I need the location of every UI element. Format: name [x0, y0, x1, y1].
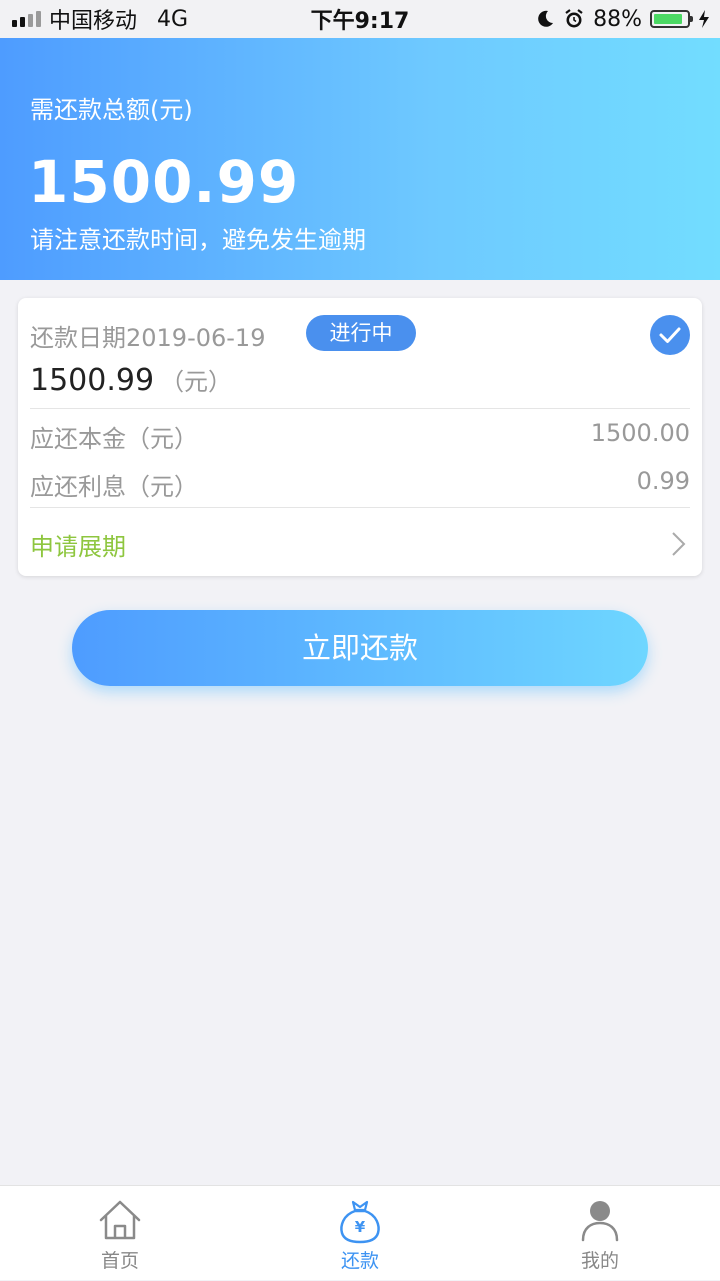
tab-repay-label: 还款 [340, 1250, 379, 1272]
interest-value: 0.99 [636, 467, 690, 495]
tab-home-label: 首页 [100, 1250, 139, 1272]
network-type: 4G [157, 6, 189, 32]
signal-icon [12, 11, 41, 27]
divider [30, 507, 690, 508]
apply-extension-link[interactable]: 申请展期 [30, 527, 126, 562]
checkmark-icon [659, 327, 681, 343]
total-due-label: 需还款总额(元) [30, 96, 193, 124]
carrier-name: 中国移动 [49, 9, 138, 34]
tab-home[interactable]: 首页 [60, 1186, 180, 1281]
repay-now-button[interactable]: 立即还款 [72, 610, 648, 686]
card-amount-unit: （元） [160, 368, 233, 396]
bottom-tab-bar: 首页 ¥ 还款 我的 [0, 1185, 720, 1280]
tab-mine-label: 我的 [580, 1250, 619, 1272]
home-icon [99, 1200, 141, 1240]
battery-level [654, 14, 683, 24]
status-badge: 进行中 [306, 315, 416, 351]
svg-text:¥: ¥ [355, 1218, 366, 1236]
total-due-amount: 1500.99 [28, 148, 300, 216]
tab-repay[interactable]: ¥ 还款 [300, 1186, 420, 1281]
moon-icon [538, 10, 554, 27]
card-amount-value: 1500.99 [30, 363, 155, 398]
card-amount: 1500.99 （元） [30, 362, 232, 398]
repayment-date: 还款日期2019-06-19 [30, 324, 266, 352]
status-right: 88% [535, 7, 720, 32]
tab-mine[interactable]: 我的 [540, 1186, 660, 1281]
status-bar: 中国移动 4G 下午9:17 88% [0, 0, 720, 38]
check-icon[interactable] [650, 315, 690, 355]
charging-icon [699, 10, 709, 28]
principal-value: 1500.00 [590, 419, 690, 447]
due-reminder-note: 请注意还款时间，避免发生逾期 [30, 226, 366, 254]
alarm-icon [565, 9, 583, 28]
repayment-card[interactable]: 还款日期2019-06-19 进行中 1500.99 （元） 应还本金（元） 15… [18, 298, 702, 576]
divider [30, 408, 690, 409]
interest-label: 应还利息（元） [30, 473, 198, 501]
summary-header: 需还款总额(元) 1500.99 请注意还款时间，避免发生逾期 [0, 38, 720, 280]
battery-icon [650, 10, 693, 28]
money-bag-icon: ¥ [340, 1200, 380, 1244]
user-icon [581, 1201, 619, 1242]
status-left: 中国移动 4G [0, 3, 188, 35]
principal-label: 应还本金（元） [30, 425, 198, 453]
chevron-right-icon[interactable] [666, 530, 690, 558]
battery-percent: 88% [593, 6, 642, 32]
